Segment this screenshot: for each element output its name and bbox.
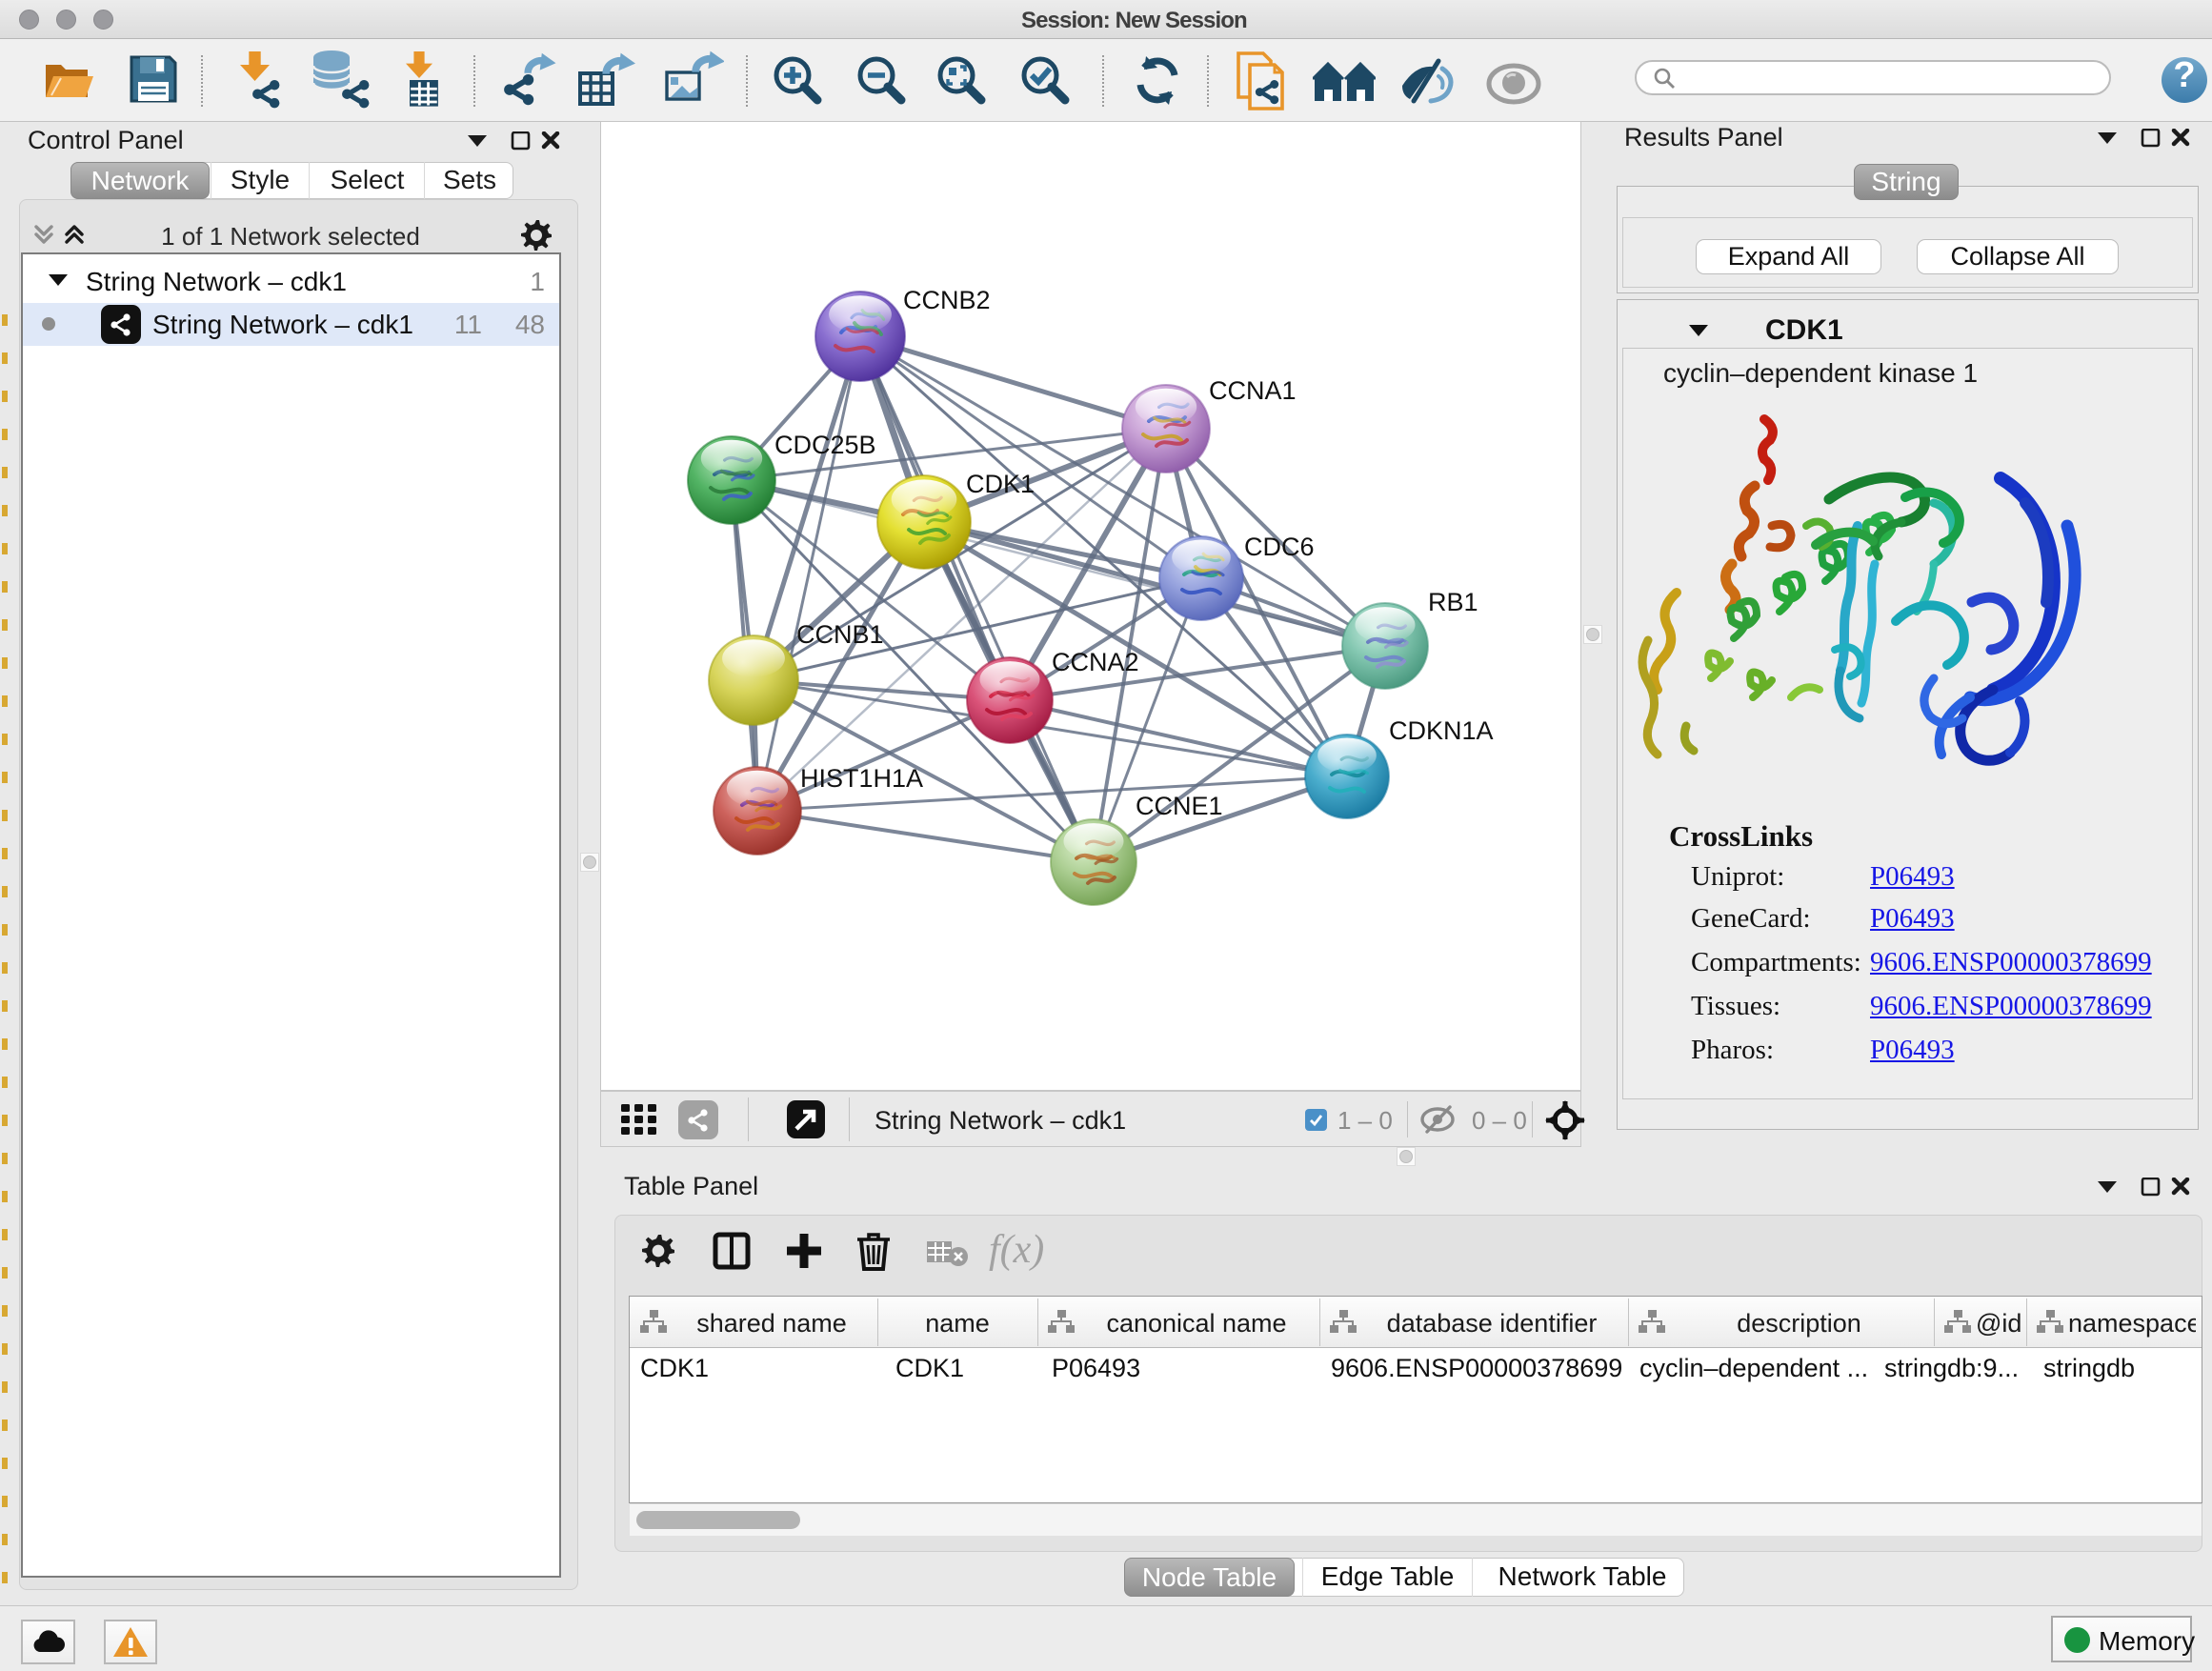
svg-text:CDC6: CDC6 bbox=[1244, 533, 1315, 561]
svg-text:CDC25B: CDC25B bbox=[774, 431, 876, 459]
svg-text:CCNA2: CCNA2 bbox=[1052, 648, 1139, 676]
svg-text:CCNB2: CCNB2 bbox=[903, 286, 991, 314]
svg-text:CDKN1A: CDKN1A bbox=[1389, 716, 1494, 745]
svg-text:CCNE1: CCNE1 bbox=[1136, 792, 1223, 820]
svg-text:HIST1H1A: HIST1H1A bbox=[800, 764, 923, 793]
svg-text:CCNA1: CCNA1 bbox=[1209, 376, 1297, 405]
svg-text:RB1: RB1 bbox=[1428, 588, 1478, 616]
svg-text:CCNB1: CCNB1 bbox=[796, 620, 884, 649]
svg-text:CDK1: CDK1 bbox=[966, 470, 1035, 498]
